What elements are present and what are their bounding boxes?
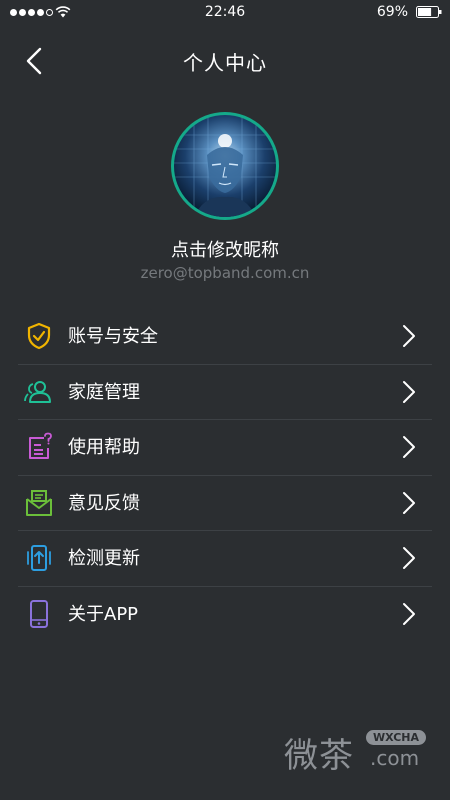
avatar[interactable] xyxy=(171,112,279,220)
watermark-badge: WXCHA xyxy=(366,730,427,745)
menu-item-label: 家庭管理 xyxy=(68,381,140,403)
menu-item-feedback[interactable]: 意见反馈 xyxy=(18,476,432,531)
feedback-mail-icon xyxy=(26,489,52,516)
chevron-right-icon xyxy=(403,436,415,458)
menu-item-label: 关于APP xyxy=(68,603,139,625)
battery-percent: 69% xyxy=(376,4,408,20)
menu-item-account-security[interactable]: 账号与安全 xyxy=(18,309,432,365)
page-title: 个人中心 xyxy=(183,51,267,75)
menu-item-check-update[interactable]: 检测更新 xyxy=(18,531,432,587)
status-bar: 22:46 69% xyxy=(0,0,450,26)
update-phone-icon xyxy=(27,545,51,571)
chevron-right-icon xyxy=(403,491,415,514)
chevron-right-icon xyxy=(403,325,415,347)
menu-item-help[interactable]: 使用帮助 xyxy=(18,420,432,476)
menu-item-label: 意见反馈 xyxy=(68,492,140,514)
menu-item-label: 账号与安全 xyxy=(68,326,158,347)
avatar-face-icon xyxy=(174,115,276,217)
users-icon xyxy=(24,380,51,403)
settings-menu: 账号与安全 家庭管理 使用帮助 意见反馈 检测更新 关于APP xyxy=(18,309,432,641)
menu-item-about-app[interactable]: 关于APP xyxy=(18,587,432,642)
watermark-logo: 微茶 WXCHA .com xyxy=(284,724,434,780)
watermark-chars: 微茶 xyxy=(284,736,354,776)
help-document-icon xyxy=(29,432,52,459)
shield-check-icon xyxy=(27,322,51,350)
watermark-domain: .com xyxy=(370,746,420,770)
email-label: zero@topband.com.cn xyxy=(140,264,310,282)
phone-icon xyxy=(30,599,48,628)
battery-icon xyxy=(416,6,442,18)
chevron-right-icon xyxy=(403,602,415,625)
chevron-right-icon xyxy=(403,380,415,403)
menu-item-label: 检测更新 xyxy=(68,548,140,569)
menu-item-family-management[interactable]: 家庭管理 xyxy=(18,365,432,420)
chevron-right-icon xyxy=(403,547,415,569)
menu-item-label: 使用帮助 xyxy=(68,437,140,458)
nickname-label[interactable]: 点击修改昵称 xyxy=(0,236,450,262)
